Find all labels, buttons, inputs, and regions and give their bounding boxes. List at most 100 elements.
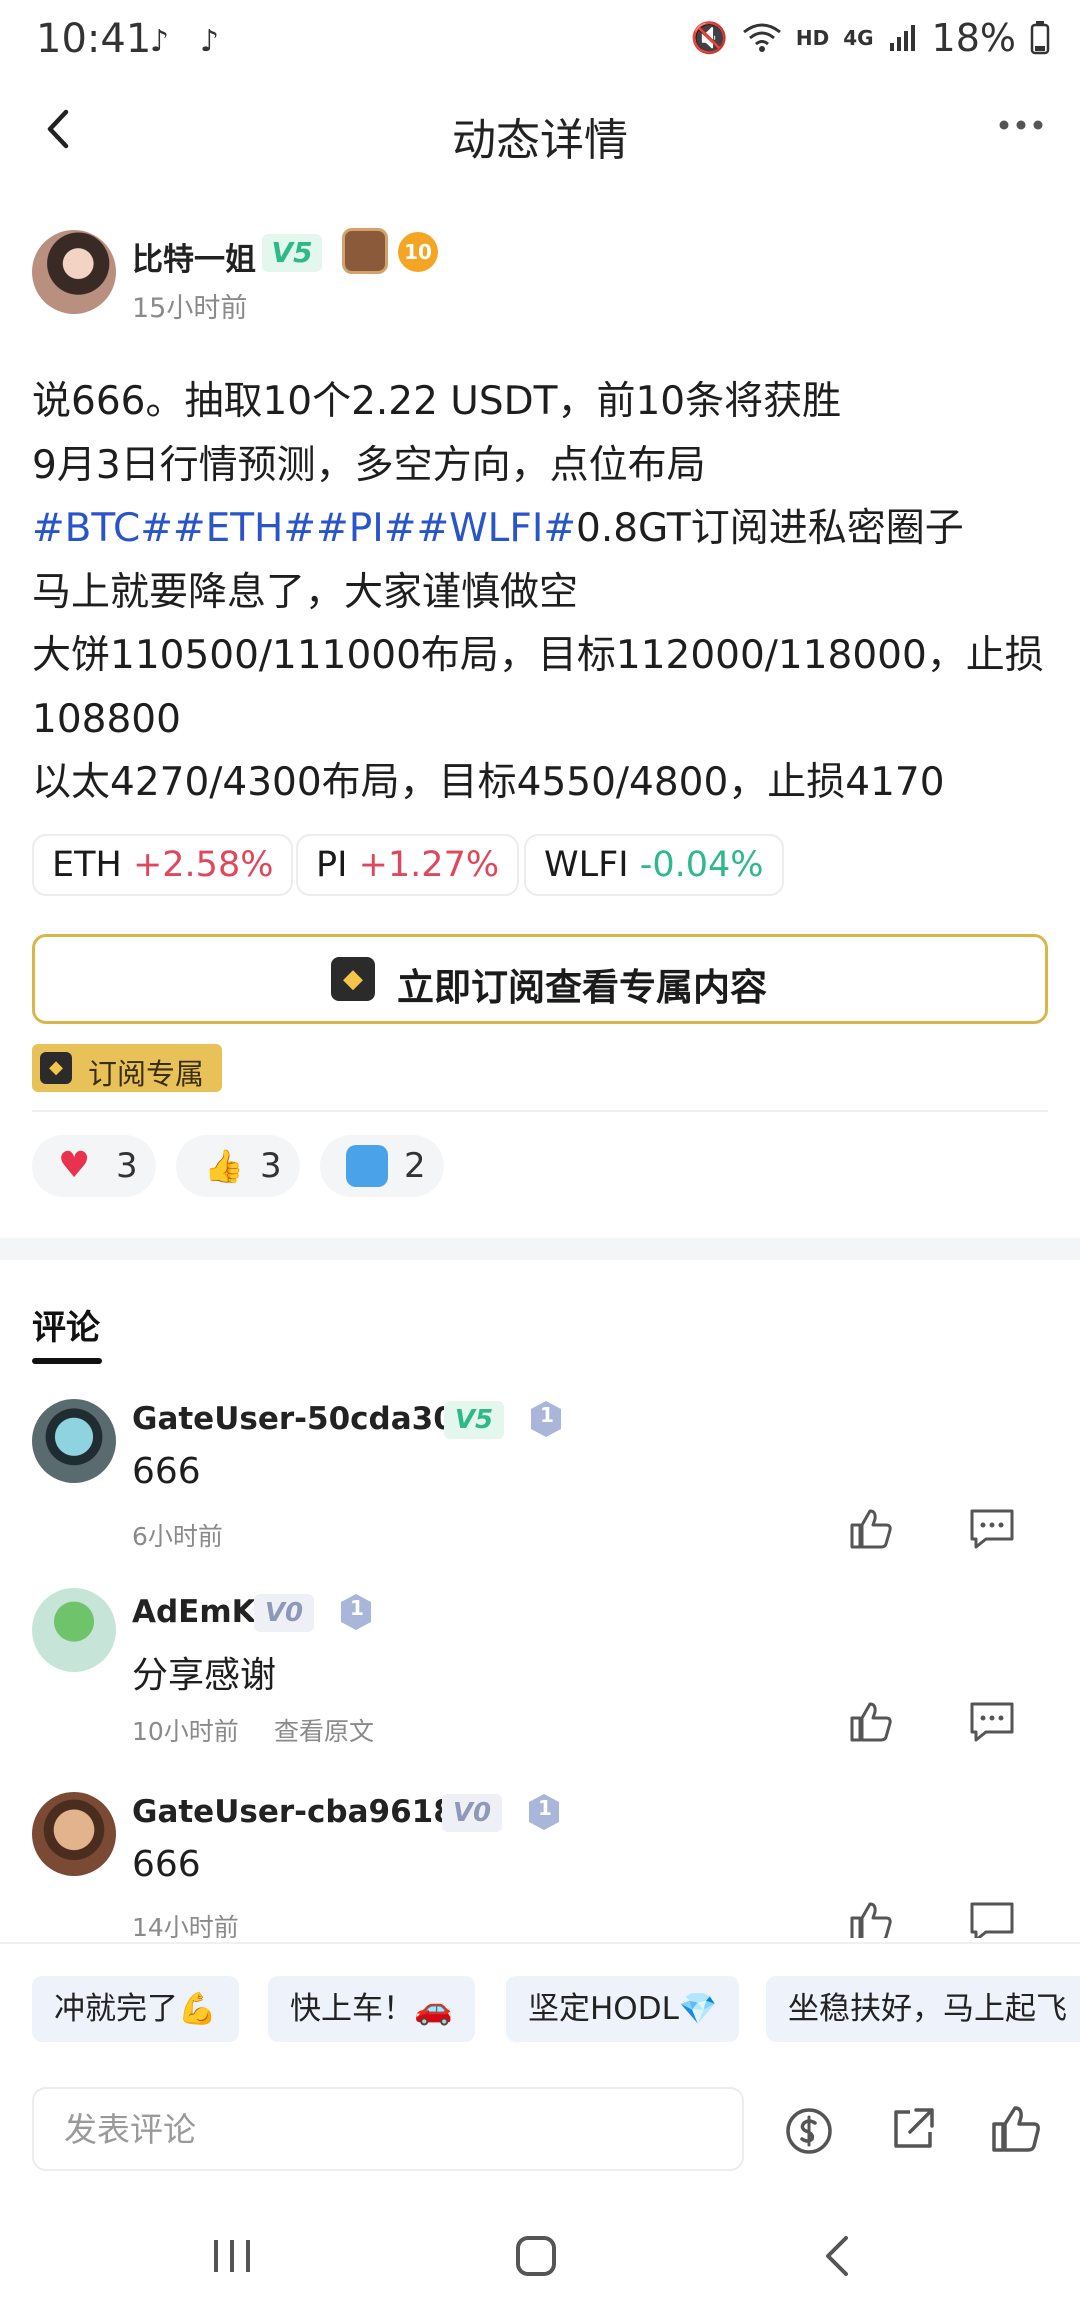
recent-apps-icon[interactable] — [210, 2236, 254, 2276]
post-line: 马上就要降息了，大家谨慎做空 — [32, 569, 579, 615]
quick-reply-bar: 冲就完了💪 快上车！🚗 坚定HODL💎 坐稳扶好，马上起飞 — [0, 0, 1080, 2316]
commenter-avatar[interactable] — [32, 1792, 116, 1876]
post-line: 9月3日行情预测，多空方向，点位布局 — [32, 442, 706, 488]
ticker-change: +2.58% — [132, 845, 274, 885]
achievement-badge-icon — [342, 228, 388, 274]
subscribe-button[interactable]: ◆ 立即订阅查看专属内容 — [32, 934, 1048, 1024]
wifi-icon — [742, 23, 781, 52]
reply-icon[interactable] — [968, 1900, 1016, 1938]
post-line: 说666。抽取10个2.22 USDT，前10条将获胜 — [32, 379, 842, 424]
subscriber-only-tag: ◆ 订阅专属 — [32, 1044, 222, 1092]
level-number: 1 — [538, 1796, 552, 1820]
quick-reply-chip[interactable]: 冲就完了💪 — [32, 1976, 239, 2042]
comment-time: 6小时前 — [132, 1522, 223, 1551]
commenter-avatar[interactable] — [32, 1588, 116, 1672]
author-avatar[interactable] — [32, 230, 116, 314]
like-icon[interactable] — [848, 1507, 894, 1551]
view-original-link[interactable]: 查看原文 — [274, 1712, 374, 1748]
ticker-chip-eth[interactable]: ETH +2.58% — [32, 834, 294, 896]
reply-icon[interactable] — [968, 1507, 1016, 1551]
post-line: 以太4270/4300布局，目标4550/4800，止损4170 — [32, 760, 945, 805]
home-icon[interactable] — [514, 2234, 558, 2278]
tip-coin-icon[interactable] — [784, 2106, 834, 2156]
status-time: 10:41 — [36, 16, 152, 62]
mute-icon: 🔇 — [690, 20, 728, 56]
quick-reply-chip[interactable]: 快上车！🚗 — [268, 1976, 475, 2042]
ticker-symbol: PI — [316, 845, 348, 885]
level-number: 1 — [540, 1403, 554, 1427]
network-gen-label: 4G — [843, 26, 874, 50]
hodl-owl-icon — [346, 1145, 388, 1187]
comment-input[interactable] — [34, 2089, 742, 2169]
ticker-symbol: ETH — [52, 845, 122, 885]
divider — [0, 1942, 1080, 1944]
reaction-hodl[interactable]: 2 — [320, 1135, 444, 1197]
reaction-count: 2 — [404, 1146, 426, 1186]
comment-item: GateUser-cba9618a V0 1 666 14小时前 — [0, 1792, 1080, 1938]
ticker-symbol: WLFI — [544, 845, 629, 885]
system-nav-bar — [0, 2200, 1080, 2316]
ticker-chip-pi[interactable]: PI +1.27% — [296, 834, 520, 896]
ticker-change: -0.04% — [639, 845, 764, 885]
comment-item: AdEmK V0 1 分享感谢 10小时前 查看原文 — [0, 1588, 1080, 1768]
hashtag-link[interactable]: #PI# — [316, 506, 416, 551]
hashtag-link[interactable]: #BTC# — [32, 506, 173, 551]
vip-badge: V0 — [254, 1594, 314, 1632]
comment-text: 666 — [132, 1451, 201, 1492]
post-hashtag-line: #BTC##ETH##PI##WLFI#0.8GT订阅进私密圈子 — [32, 497, 1052, 561]
thumbs-up-emoji-icon: 👍 — [204, 1147, 244, 1185]
comment-item: GateUser-50cda300 V5 1 666 6小时前 — [0, 1395, 1080, 1575]
reaction-count: 3 — [116, 1146, 138, 1186]
subscriber-only-label: 订阅专属 — [88, 1057, 205, 1091]
divider — [32, 1110, 1048, 1112]
comment-text: 分享感谢 — [132, 1655, 277, 1696]
share-icon[interactable] — [888, 2104, 938, 2154]
like-post-icon[interactable] — [990, 2104, 1042, 2154]
ticker-change: +1.27% — [358, 845, 500, 885]
diamond-icon: ◆ — [40, 1052, 72, 1084]
comment-time: 14小时前 — [132, 1913, 239, 1938]
commenter-avatar[interactable] — [32, 1399, 116, 1483]
post-time: 15小时前 — [132, 293, 248, 324]
like-icon[interactable] — [848, 1700, 894, 1744]
tab-underline — [32, 1358, 102, 1364]
reaction-heart[interactable]: ♥ 3 — [32, 1135, 156, 1197]
reply-icon[interactable] — [968, 1700, 1016, 1744]
like-icon[interactable] — [848, 1900, 894, 1938]
reaction-thumbs-up[interactable]: 👍 3 — [176, 1135, 300, 1197]
network-hd-label: HD — [795, 26, 830, 50]
commenter-name[interactable]: GateUser-cba9618a — [132, 1794, 476, 1830]
ticker-chip-wlfi[interactable]: WLFI -0.04% — [524, 834, 784, 896]
comment-text: 666 — [132, 1844, 201, 1885]
vip-badge: V5 — [262, 234, 322, 272]
subscribe-button-label: 立即订阅查看专属内容 — [397, 966, 767, 1009]
post-line: 0.8GT订阅进私密圈子 — [576, 506, 964, 551]
tab-comments[interactable]: 评论 — [32, 1300, 100, 1349]
quick-reply-chip[interactable]: 坐稳扶好，马上起飞 — [766, 1976, 1080, 2042]
commenter-name[interactable]: AdEmK — [132, 1594, 256, 1630]
battery-percent: 18% — [931, 16, 1016, 60]
heart-icon: ♥ — [58, 1145, 91, 1186]
commenter-name[interactable]: GateUser-50cda300 — [132, 1401, 476, 1437]
page-title: 动态详情 — [452, 115, 628, 166]
diamond-icon: ◆ — [331, 957, 375, 1001]
more-options-icon[interactable] — [998, 118, 1044, 132]
comment-time: 10小时前 — [132, 1717, 239, 1746]
back-icon[interactable] — [822, 2234, 852, 2278]
post-line: 大饼110500/111000布局，目标112000/118000，止损1088… — [32, 633, 1044, 742]
battery-icon — [1030, 21, 1050, 55]
top-nav-bar: 动态详情 — [0, 84, 1080, 194]
section-divider — [0, 1238, 1080, 1260]
post-body: 说666。抽取10个2.22 USDT，前10条将获胜 9月3日行情预测，多空方… — [32, 370, 1052, 815]
tiktok-icon: ♪ — [200, 24, 220, 59]
quick-reply-chip[interactable]: 坚定HODL💎 — [506, 1976, 740, 2042]
comment-composer — [32, 2087, 744, 2171]
status-indicators: 🔇 HD 4G 18% — [690, 16, 1050, 60]
vip-badge: V0 — [442, 1794, 502, 1832]
level-number: 1 — [350, 1596, 364, 1620]
hashtag-link[interactable]: #ETH# — [173, 506, 316, 551]
author-name[interactable]: 比特一姐 — [132, 234, 256, 279]
hashtag-link[interactable]: #WLFI# — [416, 506, 576, 551]
reaction-count: 3 — [260, 1146, 282, 1186]
tiktok-icon: ♪ — [150, 24, 170, 59]
